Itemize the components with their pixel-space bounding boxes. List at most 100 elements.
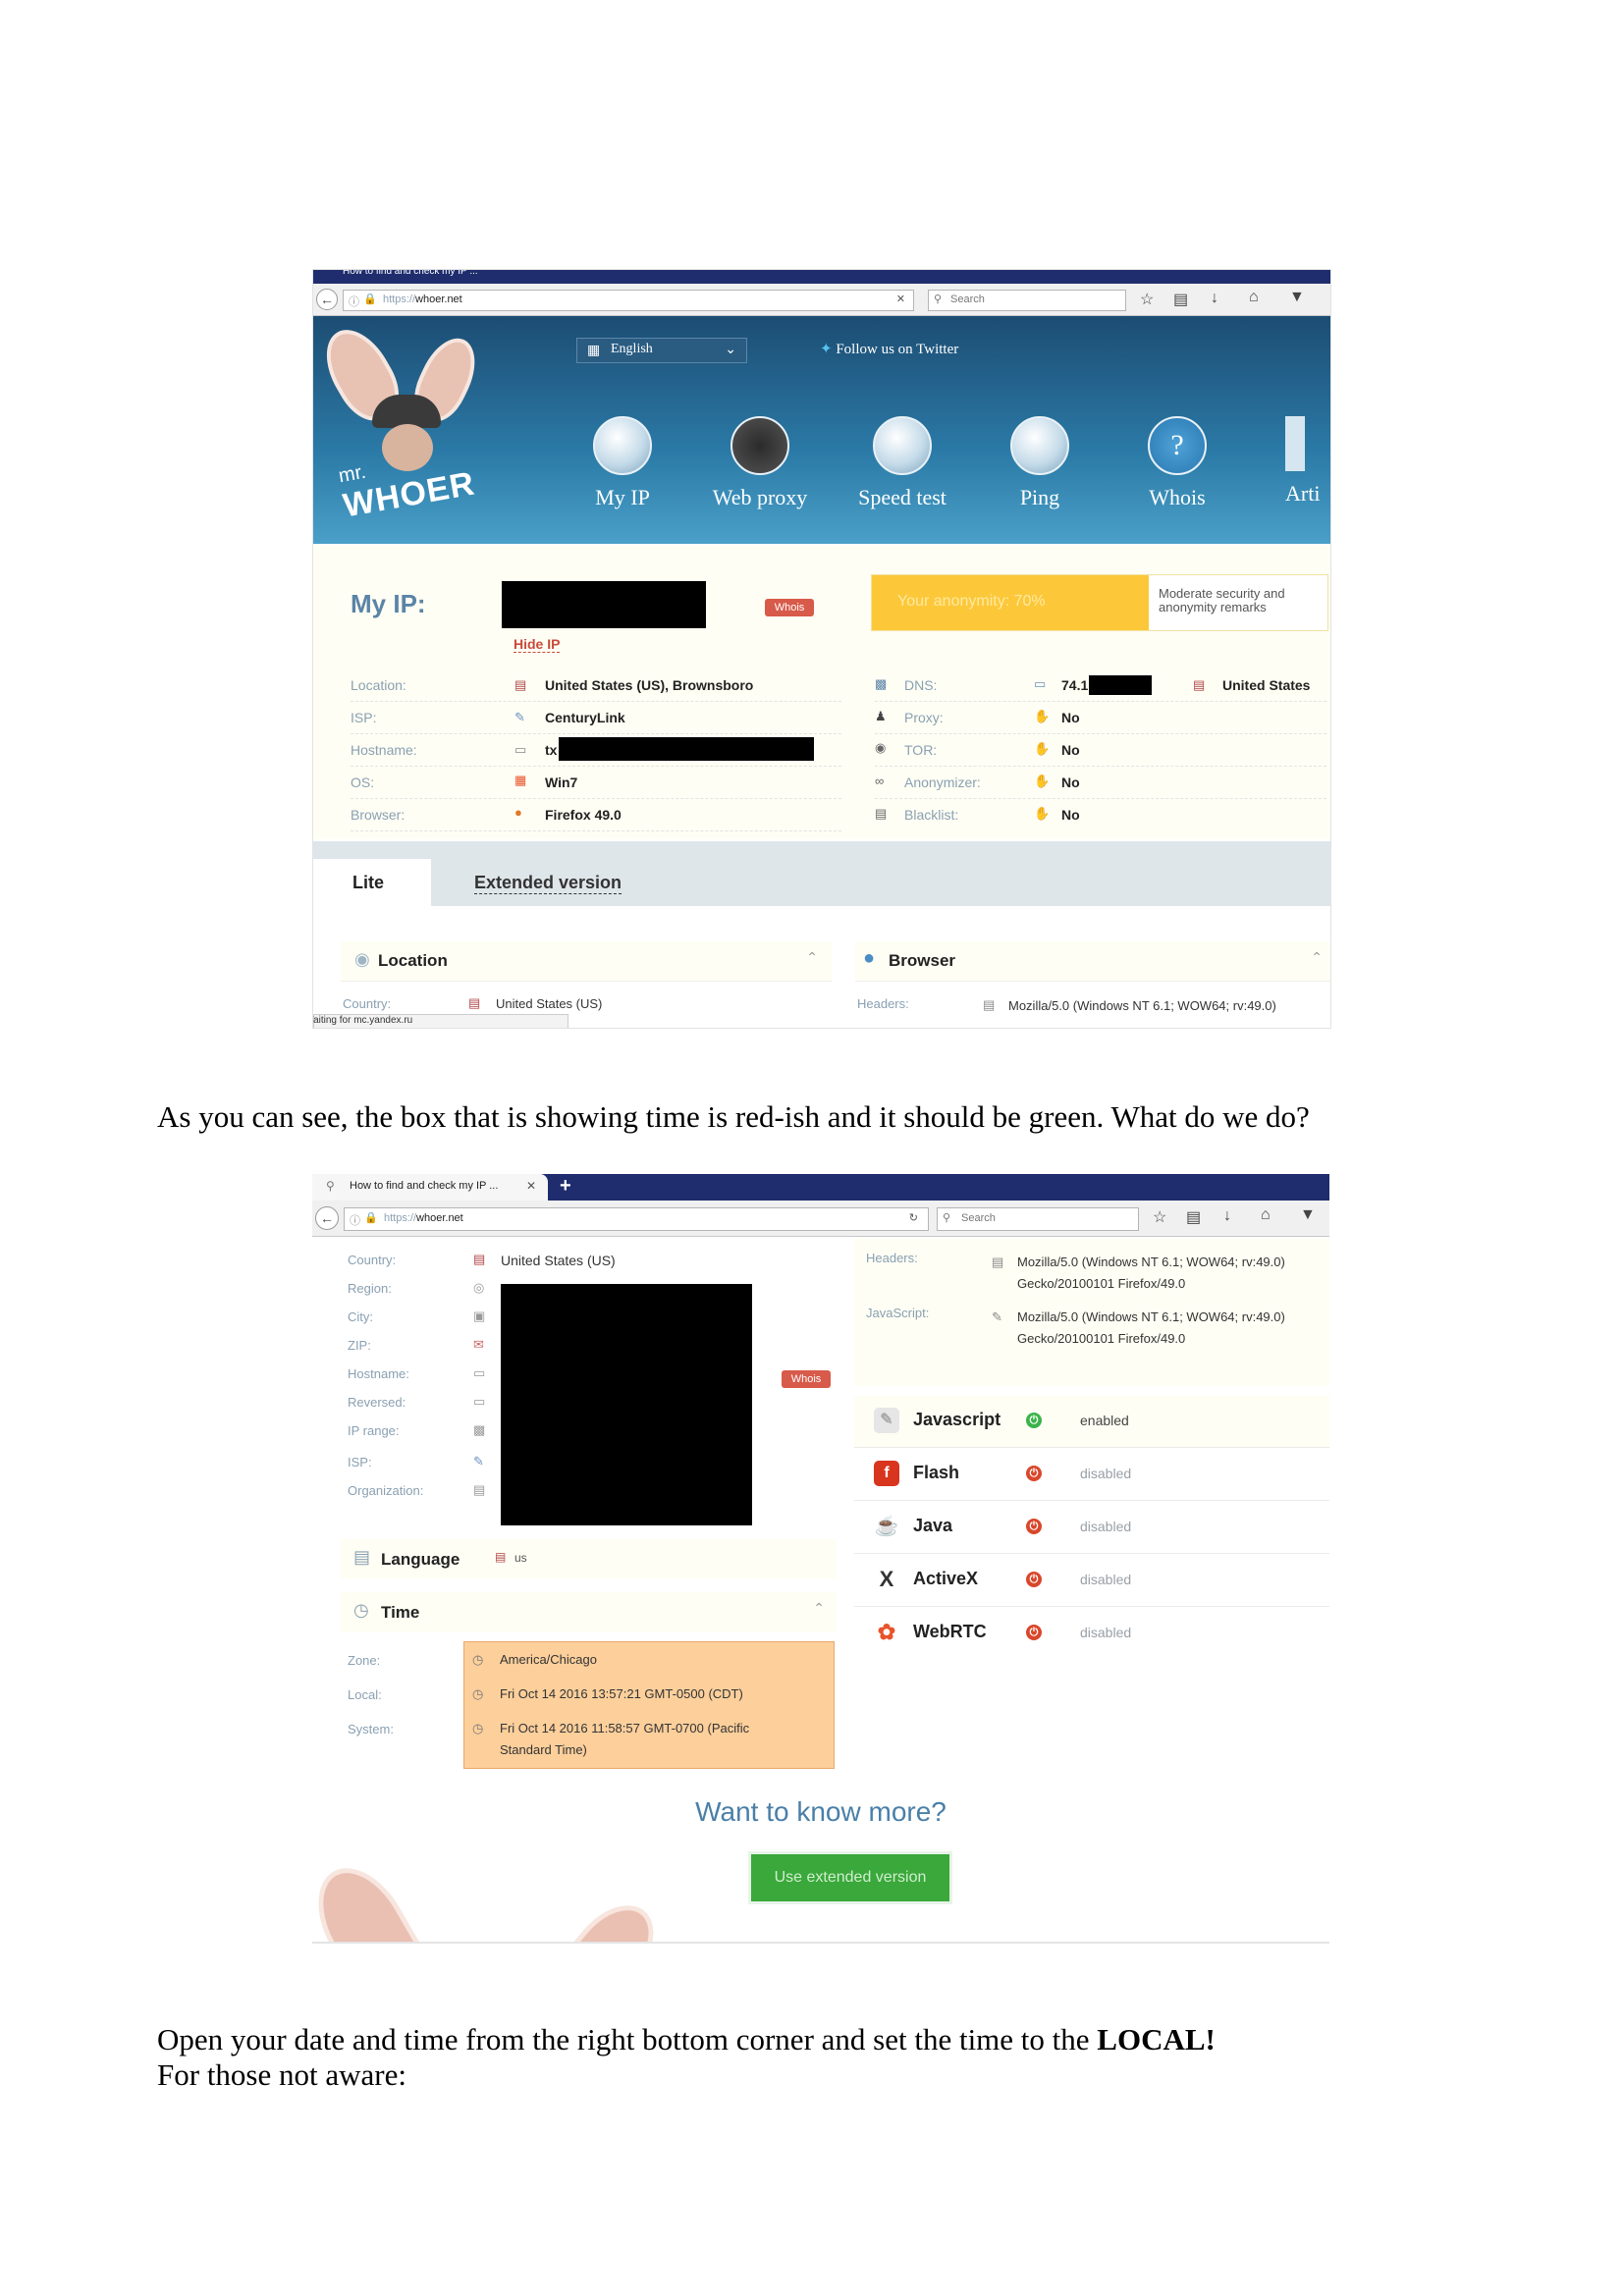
tab-extended[interactable]: Extended version: [474, 873, 622, 894]
row-value: Win7: [545, 774, 578, 790]
whois-badge[interactable]: Whois: [765, 599, 814, 616]
collapse-icon[interactable]: ⌃: [813, 1600, 825, 1617]
plugin-row-flash: f Flash ⏻ disabled: [854, 1449, 1329, 1501]
url-bar[interactable]: ⓘ 🔒 https://whoer.net ↻: [344, 1207, 929, 1231]
bookmark-star-icon[interactable]: ☆: [1153, 1207, 1166, 1227]
nav-speed-test[interactable]: Speed test: [843, 416, 961, 510]
search-icon: ⚲: [326, 1179, 335, 1193]
anonymity-remark: Moderate security and anonymity remarks: [1159, 586, 1285, 614]
headers-icon: ▤: [992, 1255, 1004, 1269]
collapse-icon[interactable]: ⌃: [806, 949, 818, 966]
question-icon: ?: [1148, 416, 1207, 475]
redacted-hostname: [559, 737, 814, 761]
collapse-icon[interactable]: ⌃: [1311, 949, 1323, 966]
java-cup-icon: ☕: [874, 1514, 899, 1539]
paragraph-2-bold: LOCAL!: [1097, 2022, 1216, 2056]
back-button[interactable]: ←: [315, 1206, 339, 1230]
dns-country: United States: [1222, 677, 1311, 693]
speedometer-icon: [873, 416, 932, 475]
row-value: 74.1: [1061, 677, 1089, 693]
language-panel: ▤ Language ▤ us: [340, 1539, 837, 1578]
my-ip-label: My IP:: [351, 589, 426, 618]
network-icon: ▩: [473, 1422, 486, 1437]
reading-list-icon[interactable]: ▤: [1186, 1207, 1201, 1227]
paragraph-2-line2: For those not aware:: [157, 2057, 406, 2092]
flash-icon: f: [874, 1461, 899, 1486]
download-icon[interactable]: ↓: [1211, 290, 1218, 307]
target-icon: [1010, 416, 1069, 475]
language-select[interactable]: ▦ English ⌄: [576, 338, 747, 363]
reading-list-icon[interactable]: ▤: [1173, 290, 1188, 309]
headers-icon: ▤: [983, 997, 996, 1012]
rabbit-face-icon: [382, 424, 433, 471]
row-value: United States (US), Brownsboro: [545, 677, 754, 693]
rabbit-ear-left-icon: [312, 1851, 432, 1944]
list-icon: ▤: [875, 806, 888, 821]
pocket-icon[interactable]: ▼: [1300, 1206, 1316, 1224]
tab-lite[interactable]: Lite: [313, 859, 431, 906]
close-tab-icon[interactable]: ✕: [526, 1179, 536, 1193]
clear-url-icon[interactable]: ✕: [896, 293, 905, 305]
lock-icon: 🔒: [364, 1212, 378, 1224]
twitter-link[interactable]: ✦ Follow us on Twitter: [820, 340, 958, 358]
time-panel: ◷ Time ⌃: [340, 1592, 837, 1631]
power-icon: ⏻: [1026, 1625, 1042, 1640]
reload-icon[interactable]: ↻: [909, 1211, 918, 1224]
url-bar[interactable]: ⓘ 🔒 https://whoer.net ✕: [343, 290, 914, 311]
nav-whois[interactable]: ? Whois: [1128, 416, 1226, 510]
search-input[interactable]: ⚲ Search: [937, 1207, 1139, 1231]
browser-tab[interactable]: How to find and check my IP ...: [343, 270, 478, 277]
clock-icon: ◷: [472, 1686, 484, 1701]
headers-label: Headers:: [857, 996, 909, 1011]
search-input[interactable]: ⚲ Search: [928, 290, 1126, 311]
time-warning-box: ◷ America/Chicago ◷ Fri Oct 14 2016 13:5…: [463, 1641, 835, 1769]
us-flag-icon: ▤: [1193, 677, 1206, 692]
want-to-know-more: Want to know more?: [695, 1796, 947, 1827]
home-icon[interactable]: ⌂: [1261, 1206, 1271, 1224]
redacted-dns: [1089, 675, 1152, 695]
browser-tab[interactable]: ⚲ How to find and check my IP ... ✕: [312, 1174, 548, 1201]
country-label: Country:: [343, 996, 392, 1011]
nav-my-ip[interactable]: My IP: [568, 416, 676, 510]
download-icon[interactable]: ↓: [1223, 1207, 1231, 1225]
new-tab-icon[interactable]: +: [560, 1175, 571, 1198]
bookmark-star-icon[interactable]: ☆: [1140, 290, 1154, 309]
row-value: CenturyLink: [545, 710, 625, 725]
country-value: United States (US): [496, 996, 603, 1011]
paragraph-2: Open your date and time from the right b…: [157, 2022, 1532, 2093]
region-icon: ◎: [473, 1280, 485, 1295]
thumbs-up-icon: ✋: [1034, 741, 1051, 756]
spy-icon: ♟: [875, 709, 887, 723]
row-label: ISP:: [351, 710, 377, 725]
search-icon: ⚲: [934, 294, 943, 305]
back-button[interactable]: ←: [316, 289, 338, 310]
hide-ip-link[interactable]: Hide IP: [514, 636, 561, 653]
home-icon[interactable]: ⌂: [1249, 289, 1259, 306]
panel-title: Location: [378, 951, 448, 970]
firefox-icon: ●: [514, 805, 522, 820]
row-value: No: [1061, 807, 1080, 823]
us-flag-icon: ▤: [495, 1550, 507, 1564]
redacted-ip: [502, 581, 706, 628]
page-bottom-border: [312, 1942, 1329, 1944]
system-time-value-cont: Standard Time): [500, 1742, 587, 1757]
location-panel: ◉ Location ⌃: [341, 941, 832, 982]
nav-web-proxy[interactable]: Web proxy: [701, 416, 819, 510]
time-zone-value: America/Chicago: [500, 1652, 597, 1667]
use-extended-button[interactable]: Use extended version: [748, 1851, 952, 1904]
thumbs-up-icon: ✋: [1034, 709, 1051, 723]
script-icon: ✎: [992, 1309, 1002, 1324]
isp-icon: ✎: [473, 1454, 484, 1468]
pocket-icon[interactable]: ▼: [1289, 289, 1305, 306]
system-clock-icon: ◷: [472, 1721, 484, 1735]
network-icon: ▭: [1034, 676, 1047, 691]
whois-badge[interactable]: Whois: [782, 1370, 831, 1388]
thumbs-up-icon: ✋: [1034, 806, 1051, 821]
onion-icon: ◉: [875, 740, 887, 755]
row-label: Browser:: [351, 807, 406, 823]
computer-icon: ▭: [473, 1394, 486, 1409]
rabbit-logo[interactable]: mr. WHOER: [313, 316, 490, 544]
nav-articles[interactable]: Arti: [1285, 416, 1330, 507]
nav-ping[interactable]: Ping: [991, 416, 1089, 510]
row-label: DNS:: [904, 677, 938, 693]
